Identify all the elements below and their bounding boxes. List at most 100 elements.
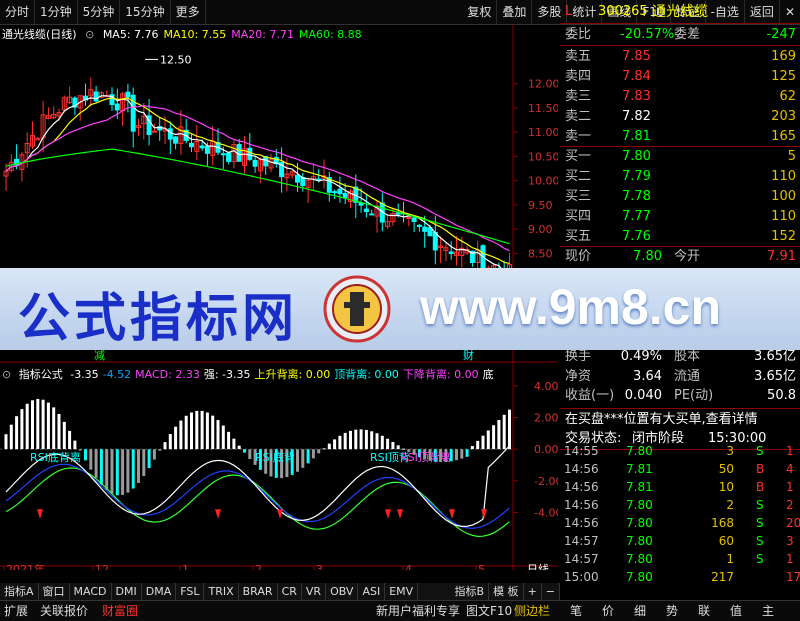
indicator-tab-11[interactable]: ASI [358, 583, 386, 600]
ask-row[interactable]: 卖四 7.84 125 [560, 67, 800, 87]
candle-body [204, 145, 210, 154]
bid-row[interactable]: 买二 7.79 110 [560, 167, 800, 187]
toolbar-period-4[interactable]: 更多 [171, 0, 206, 24]
big-order-notice[interactable]: 在买盘***位置有大买单,查看详情 [560, 410, 800, 430]
histogram-bar [359, 429, 363, 450]
indicator-tab-5[interactable]: FSL [176, 583, 205, 600]
indicator-tab-2[interactable]: MACD [70, 583, 112, 600]
candle-body [332, 191, 338, 194]
tick-time: 14:57 [564, 552, 599, 566]
status-right-3[interactable]: 势 [666, 601, 678, 621]
toolbar-period-1[interactable]: 1分钟 [35, 0, 78, 24]
toolbar-action-0[interactable]: 复权 [462, 0, 498, 24]
date-axis-label: 12 [95, 563, 109, 570]
buy-arrow-icon [215, 509, 221, 519]
candle-body [93, 91, 99, 102]
status-left-1[interactable]: 关联报价 [40, 601, 88, 621]
indicator-line-blue [5, 463, 510, 529]
separator [560, 408, 800, 409]
indicator-tab-15[interactable]: + [524, 583, 542, 600]
histogram-bar [333, 439, 337, 450]
status-mid-1[interactable]: 图文F10 [466, 601, 512, 621]
tick-price: 7.80 [626, 570, 653, 584]
ask-volume: 165 [771, 129, 796, 144]
order-ratio-value: -20.57% [620, 27, 675, 42]
date-axis-label: 4 [405, 563, 412, 570]
high-price-label: 12.50 [160, 53, 192, 66]
ma-label-2: MA20: 7.71 [231, 28, 294, 41]
divergence-annotation: RSI底背 [255, 450, 295, 464]
bid-label: 买一 [565, 149, 592, 164]
separator [560, 45, 800, 46]
indicator-tab-8[interactable]: CR [278, 583, 302, 600]
price-axis-label: 10.50 [528, 150, 558, 163]
indicator-tab-16[interactable]: − [542, 583, 560, 600]
bid-row[interactable]: 买四 7.77 110 [560, 207, 800, 227]
toolbar-action-1[interactable]: 叠加 [497, 0, 533, 24]
histogram-bar [9, 424, 13, 450]
toolbar-period-3[interactable]: 15分钟 [120, 0, 171, 24]
bid-row[interactable]: 买三 7.78 100 [560, 187, 800, 207]
candle-body [369, 213, 375, 216]
bid-volume: 5 [787, 149, 796, 164]
indicator-tab-3[interactable]: DMI [112, 583, 142, 600]
stat-value: 50.8 [767, 388, 796, 403]
indicator-tab-7[interactable]: BRAR [239, 583, 278, 600]
status-right-0[interactable]: 笔 [570, 601, 582, 621]
indicator-title-row: ⊙ 指标公式 -3.35 -4.52 MACD: 2.33 强: -3.35 上升背离:… [2, 366, 498, 382]
histogram-bar [486, 430, 490, 450]
status-right-2[interactable]: 细 [634, 601, 646, 621]
indicator-tab-6[interactable]: TRIX [204, 583, 239, 600]
divergence-annotation: RSI底背离 [30, 450, 81, 464]
indicator-tab-10[interactable]: OBV [326, 583, 359, 600]
bid-price: 7.76 [622, 229, 651, 244]
histogram-bar [391, 442, 395, 450]
status-right-1[interactable]: 价 [602, 601, 614, 621]
ask-row[interactable]: 卖一 7.81 165 [560, 127, 800, 147]
toolbar-period-0[interactable]: 分时 [0, 0, 36, 24]
indicator-tab-0[interactable]: 指标A [0, 583, 39, 600]
period-label[interactable]: 日线 [527, 562, 549, 570]
tick-count: 1 [786, 480, 794, 494]
indicator-tab-4[interactable]: DMA [142, 583, 177, 600]
status-mid-0[interactable]: 新用户福利专享 [376, 601, 460, 621]
notice-text[interactable]: 在买盘***位置有大买单,查看详情 [565, 410, 758, 430]
histogram-bar [25, 403, 29, 450]
bid-row[interactable]: 买五 7.76 152 [560, 227, 800, 247]
ask-row[interactable]: 卖二 7.82 203 [560, 107, 800, 127]
indicator-tab-1[interactable]: 窗口 [39, 583, 70, 600]
status-right-5[interactable]: 值 [730, 601, 742, 621]
indicator-value-3: 强: -3.35 [203, 368, 251, 381]
indicator-name[interactable]: 指标公式 [19, 368, 63, 381]
histogram-bar [52, 407, 56, 450]
histogram-bar [349, 430, 352, 450]
histogram-bar [147, 449, 151, 469]
status-left-2[interactable]: 财富圈 [102, 601, 138, 621]
indicator-tab-9[interactable]: VR [302, 583, 327, 600]
status-left-0[interactable]: 扩展 [4, 601, 28, 621]
status-right-4[interactable]: 联 [698, 601, 710, 621]
status-right-6[interactable]: 主 [762, 601, 774, 621]
candle-body [406, 216, 412, 219]
bid-row[interactable]: 买一 7.80 5 [560, 147, 800, 167]
bid-volume: 152 [771, 229, 796, 244]
status-mid-2[interactable]: 侧边栏 [514, 601, 550, 621]
price-axis-label: 11.00 [528, 126, 558, 139]
histogram-bar [380, 435, 384, 450]
ask-price: 7.83 [622, 89, 651, 104]
toolbar-period-2[interactable]: 5分钟 [78, 0, 121, 24]
chart-settings-icon[interactable]: ⊙ [85, 28, 94, 41]
tick-volume: 2 [726, 498, 734, 512]
indicator-settings-icon[interactable]: ⊙ [2, 368, 11, 381]
price-axis-label: 8.50 [528, 247, 553, 260]
candle-body [416, 224, 422, 227]
tick-row: 14:57 7.80 60 S 3 [560, 532, 800, 550]
histogram-bar [216, 420, 220, 450]
indicator-tab-12[interactable]: EMV [385, 583, 419, 600]
ask-row[interactable]: 卖三 7.83 62 [560, 87, 800, 107]
histogram-bar [46, 402, 50, 450]
indicator-tab-14[interactable]: 模 板 [489, 583, 524, 600]
histogram-bar [492, 425, 496, 450]
ask-row[interactable]: 卖五 7.85 169 [560, 47, 800, 67]
indicator-tab-13[interactable]: 指标B [451, 583, 490, 600]
